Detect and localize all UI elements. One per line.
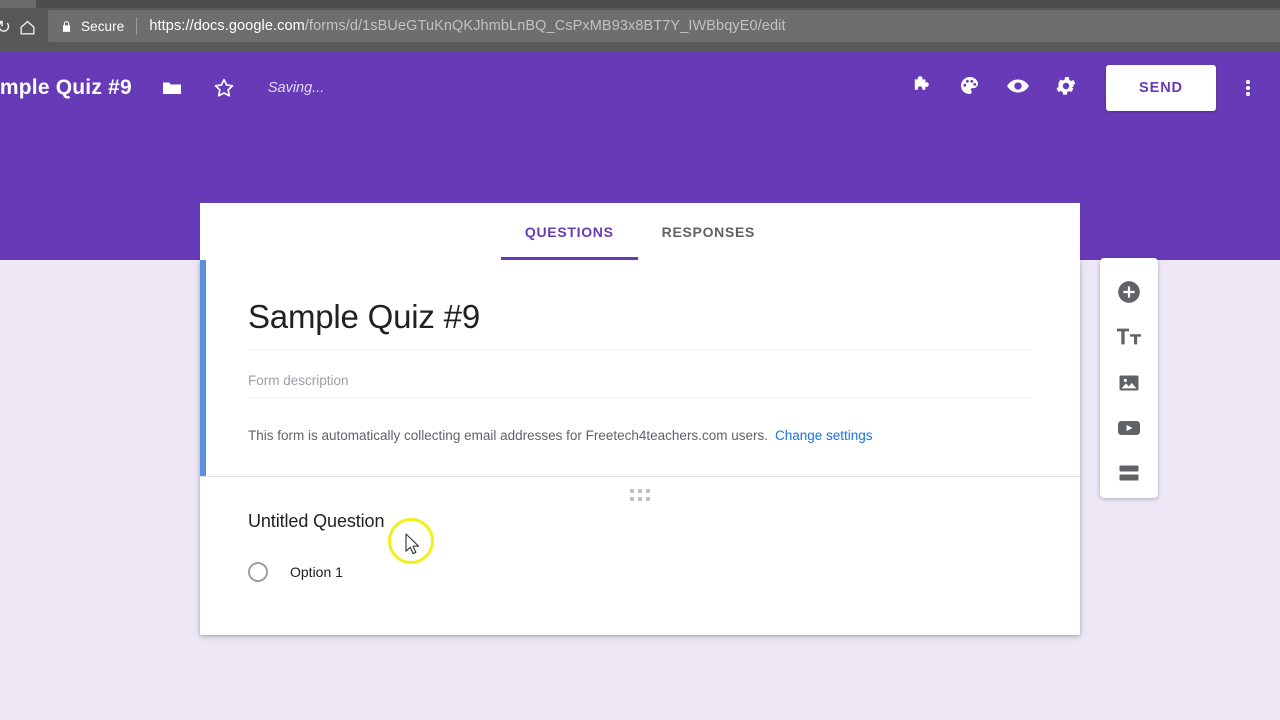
- add-section-button[interactable]: [1106, 453, 1152, 498]
- gear-icon: [1054, 74, 1078, 103]
- folder-icon[interactable]: [160, 76, 184, 100]
- section-icon: [1117, 463, 1141, 488]
- header-actions: SEND: [898, 64, 1280, 112]
- eye-icon: [1005, 73, 1031, 104]
- form-title-input[interactable]: Sample Quiz #9: [248, 298, 1032, 350]
- change-settings-link[interactable]: Change settings: [775, 428, 873, 443]
- image-icon: [1117, 371, 1141, 400]
- lock-icon: [60, 19, 73, 34]
- drag-dot: [638, 489, 642, 494]
- drag-dot: [630, 489, 634, 494]
- email-collection-notice: This form is automatically collecting em…: [248, 426, 1032, 446]
- tab-active-underline: [500, 257, 638, 260]
- side-toolbar: [1100, 258, 1158, 498]
- add-ons-button[interactable]: [898, 64, 946, 112]
- preview-button[interactable]: [994, 64, 1042, 112]
- video-play-icon: [1116, 416, 1142, 445]
- save-status-label: Saving...: [267, 80, 325, 96]
- settings-button[interactable]: [1042, 64, 1090, 112]
- option-label[interactable]: Option 1: [290, 564, 343, 580]
- form-header-section[interactable]: Sample Quiz #9 Form description This for…: [200, 260, 1080, 478]
- security-status-label: Secure: [81, 18, 125, 34]
- forms-header-row: ample Quiz #9 Saving... SEND: [0, 52, 1280, 124]
- email-notice-text: This form is automatically collecting em…: [248, 427, 768, 443]
- kebab-dot: [1246, 86, 1250, 90]
- radio-button-icon[interactable]: [248, 562, 268, 583]
- star-outline-icon[interactable]: [212, 76, 236, 100]
- browser-tab-strip: [0, 0, 1280, 8]
- drag-dot: [646, 489, 650, 494]
- kebab-menu-icon[interactable]: [1228, 64, 1268, 112]
- omnibox-divider: [136, 17, 138, 35]
- url-path: /forms/d/1sBUeGTuKnQKJhmbLnBQ_CsPxMB93x8…: [304, 18, 786, 34]
- drag-dot: [646, 497, 650, 502]
- home-icon[interactable]: [14, 14, 40, 40]
- add-question-button[interactable]: [1106, 272, 1152, 317]
- url-host: https://docs.google.com: [149, 18, 305, 34]
- url-text: https://docs.google.com/forms/d/1sBUeGTu…: [149, 18, 785, 34]
- reload-icon[interactable]: ↻: [0, 16, 10, 38]
- question-card[interactable]: Untitled Question Option 1: [200, 477, 1080, 583]
- form-accent-bar: [200, 260, 206, 477]
- question-option-row[interactable]: Option 1: [248, 562, 1032, 583]
- form-tabs: QUESTIONS RESPONSES: [200, 203, 1080, 260]
- add-title-button[interactable]: [1106, 317, 1152, 362]
- tab-questions[interactable]: QUESTIONS: [500, 203, 638, 260]
- drag-handle-icon[interactable]: [630, 489, 650, 502]
- theme-button[interactable]: [946, 64, 994, 112]
- kebab-dot: [1246, 92, 1250, 96]
- drag-dot: [638, 497, 642, 502]
- send-button[interactable]: SEND: [1106, 65, 1216, 111]
- tab-questions-label: QUESTIONS: [524, 223, 614, 240]
- add-image-button[interactable]: [1106, 362, 1152, 407]
- tab-responses-label: RESPONSES: [661, 223, 756, 240]
- browser-chrome: ↻ Secure https://docs.google.com/forms/d…: [0, 0, 1280, 52]
- kebab-dot: [1246, 80, 1250, 84]
- puzzle-piece-icon: [910, 74, 934, 103]
- add-video-button[interactable]: [1106, 408, 1152, 453]
- title-text-icon: [1116, 325, 1142, 354]
- plus-circle-icon: [1116, 279, 1142, 310]
- address-bar[interactable]: Secure https://docs.google.com/forms/d/1…: [48, 10, 1280, 42]
- browser-tab[interactable]: [0, 0, 36, 8]
- form-description-input[interactable]: Form description: [248, 373, 1032, 398]
- form-card: Sample Quiz #9 Form description This for…: [200, 260, 1080, 635]
- drag-dot: [630, 497, 634, 502]
- palette-icon: [958, 74, 982, 103]
- tab-responses[interactable]: RESPONSES: [638, 203, 779, 260]
- form-title-header[interactable]: ample Quiz #9: [0, 76, 132, 100]
- question-title-input[interactable]: Untitled Question: [248, 511, 1032, 532]
